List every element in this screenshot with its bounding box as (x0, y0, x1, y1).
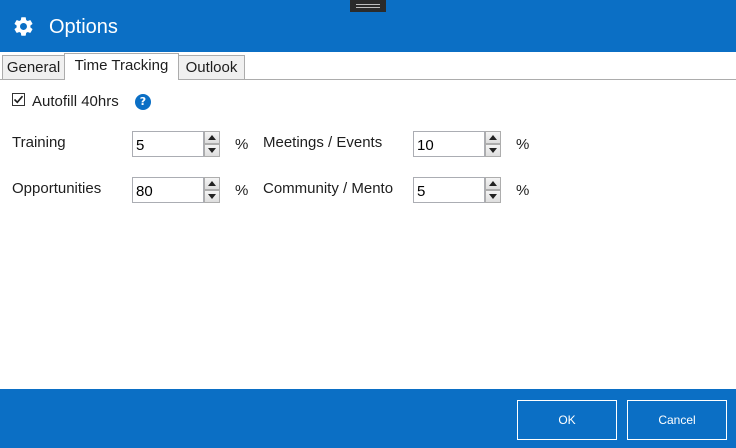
training-input[interactable] (132, 131, 204, 157)
meetings-events-label: Meetings / Events (263, 134, 383, 151)
opportunities-decrement-button[interactable] (204, 190, 220, 203)
arrow-down-icon (208, 194, 216, 199)
window-title: Options (49, 16, 118, 38)
footer-bar (0, 389, 736, 448)
training-decrement-button[interactable] (204, 144, 220, 157)
arrow-down-icon (489, 148, 497, 153)
drag-handle[interactable] (350, 0, 386, 12)
tab-outlook[interactable]: Outlook (178, 55, 245, 79)
meetings-events-stepper (485, 131, 501, 157)
autofill-checkbox[interactable] (12, 93, 25, 106)
meetings-events-increment-button[interactable] (485, 131, 501, 144)
training-increment-button[interactable] (204, 131, 220, 144)
meetings-events-input[interactable] (413, 131, 485, 157)
community-mentoring-increment-button[interactable] (485, 177, 501, 190)
tab-general[interactable]: General (2, 55, 65, 79)
checkmark-icon (13, 95, 24, 104)
opportunities-unit: % (235, 182, 249, 199)
community-mentoring-stepper (485, 177, 501, 203)
training-stepper (204, 131, 220, 157)
gear-icon (14, 17, 33, 36)
cancel-button[interactable]: Cancel (627, 400, 727, 440)
training-label: Training (12, 134, 66, 151)
arrow-down-icon (208, 148, 216, 153)
opportunities-increment-button[interactable] (204, 177, 220, 190)
arrow-up-icon (489, 135, 497, 140)
arrow-up-icon (208, 135, 216, 140)
arrow-down-icon (489, 194, 497, 199)
tab-time-tracking[interactable]: Time Tracking (64, 53, 179, 80)
question-mark-icon[interactable]: ? (135, 94, 151, 110)
opportunities-stepper (204, 177, 220, 203)
opportunities-input[interactable] (132, 177, 204, 203)
community-mentoring-label: Community / Mentoring (263, 180, 393, 197)
ok-button[interactable]: OK (517, 400, 617, 440)
training-unit: % (235, 136, 249, 153)
community-mentoring-input[interactable] (413, 177, 485, 203)
opportunities-label: Opportunities (12, 180, 102, 197)
meetings-events-decrement-button[interactable] (485, 144, 501, 157)
arrow-up-icon (489, 181, 497, 186)
arrow-up-icon (208, 181, 216, 186)
meetings-events-unit: % (516, 136, 530, 153)
autofill-label: Autofill 40hrs (32, 93, 119, 110)
community-mentoring-decrement-button[interactable] (485, 190, 501, 203)
community-mentoring-unit: % (516, 182, 530, 199)
